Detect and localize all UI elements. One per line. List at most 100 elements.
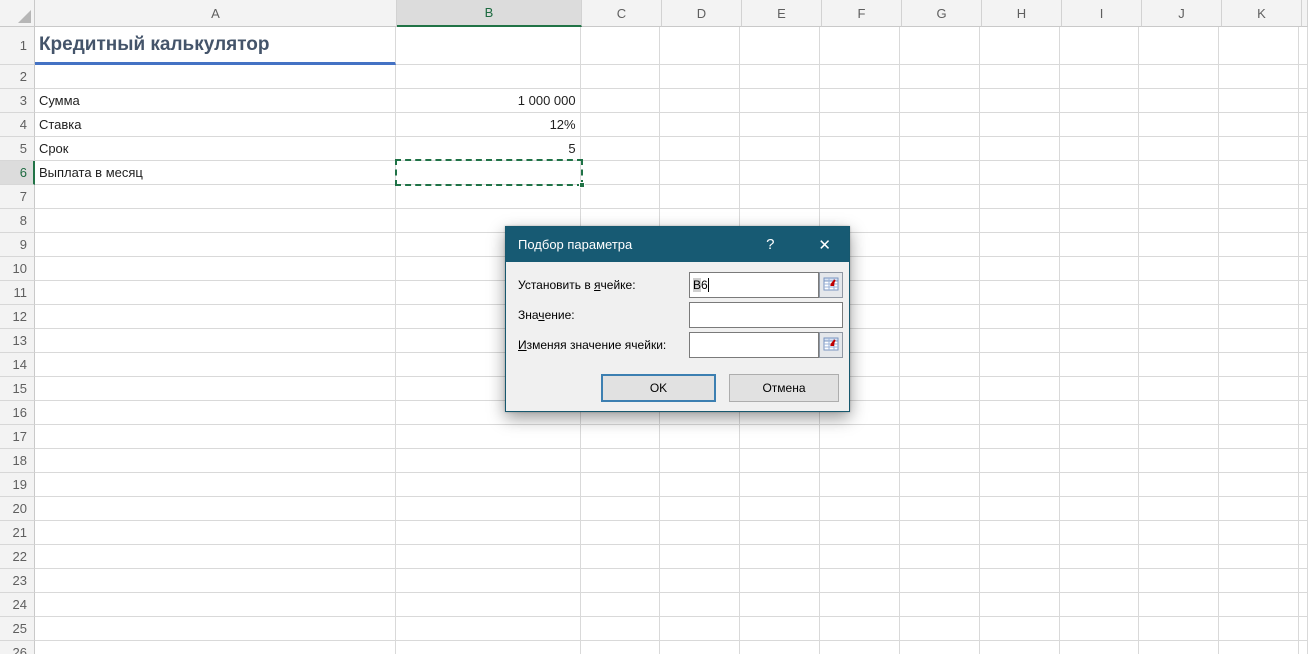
cell-A5[interactable]: Срок [35, 137, 396, 161]
cell-G22[interactable] [900, 545, 980, 569]
cell-C20[interactable] [581, 497, 661, 521]
cell-J7[interactable] [1139, 185, 1219, 209]
cell-G26[interactable] [900, 641, 980, 654]
cell-J13[interactable] [1139, 329, 1219, 353]
cell-G7[interactable] [900, 185, 980, 209]
cell-I8[interactable] [1060, 209, 1140, 233]
cell-E23[interactable] [740, 569, 820, 593]
cell-K5[interactable] [1219, 137, 1299, 161]
cell-H16[interactable] [980, 401, 1060, 425]
cell-F7[interactable] [820, 185, 900, 209]
row-header-11[interactable]: 11 [0, 281, 35, 305]
cell-partial-21[interactable] [1299, 521, 1308, 545]
cell-I3[interactable] [1060, 89, 1140, 113]
cell-B3[interactable]: 1 000 000 [396, 89, 581, 113]
cell-I22[interactable] [1060, 545, 1140, 569]
cell-G8[interactable] [900, 209, 980, 233]
cell-K19[interactable] [1219, 473, 1299, 497]
cell-C23[interactable] [581, 569, 661, 593]
cell-A24[interactable] [35, 593, 396, 617]
cell-J10[interactable] [1139, 257, 1219, 281]
row-header-5[interactable]: 5 [0, 137, 35, 161]
cell-C2[interactable] [581, 65, 661, 89]
cell-B7[interactable] [396, 185, 581, 209]
cell-E7[interactable] [740, 185, 820, 209]
cell-F4[interactable] [820, 113, 900, 137]
cell-B23[interactable] [396, 569, 581, 593]
cell-C4[interactable] [581, 113, 661, 137]
cell-D5[interactable] [660, 137, 740, 161]
column-header-A[interactable]: A [35, 0, 397, 27]
fill-handle[interactable] [579, 182, 585, 188]
cell-J18[interactable] [1139, 449, 1219, 473]
cell-A26[interactable] [35, 641, 396, 654]
cell-K9[interactable] [1219, 233, 1299, 257]
cell-K4[interactable] [1219, 113, 1299, 137]
column-header-C[interactable]: C [582, 0, 662, 27]
cell-G23[interactable] [900, 569, 980, 593]
cell-C5[interactable] [581, 137, 661, 161]
cell-partial-24[interactable] [1299, 593, 1308, 617]
row-header-25[interactable]: 25 [0, 617, 35, 641]
cell-E21[interactable] [740, 521, 820, 545]
row-header-15[interactable]: 15 [0, 377, 35, 401]
cell-B19[interactable] [396, 473, 581, 497]
cell-I18[interactable] [1060, 449, 1140, 473]
row-header-3[interactable]: 3 [0, 89, 35, 113]
cell-H8[interactable] [980, 209, 1060, 233]
cell-H14[interactable] [980, 353, 1060, 377]
dialog-titlebar[interactable]: Подбор параметра ? ✕ [506, 227, 849, 262]
cell-A20[interactable] [35, 497, 396, 521]
cell-K11[interactable] [1219, 281, 1299, 305]
cell-F2[interactable] [820, 65, 900, 89]
cell-I1[interactable] [1060, 27, 1140, 65]
ok-button[interactable]: OK [601, 374, 716, 402]
cell-J17[interactable] [1139, 425, 1219, 449]
cell-D3[interactable] [660, 89, 740, 113]
cell-J24[interactable] [1139, 593, 1219, 617]
cell-B4[interactable]: 12% [396, 113, 581, 137]
cell-A12[interactable] [35, 305, 396, 329]
cell-partial-4[interactable] [1299, 113, 1308, 137]
cell-I15[interactable] [1060, 377, 1140, 401]
cell-B22[interactable] [396, 545, 581, 569]
row-header-21[interactable]: 21 [0, 521, 35, 545]
cell-J23[interactable] [1139, 569, 1219, 593]
row-header-18[interactable]: 18 [0, 449, 35, 473]
cell-I4[interactable] [1060, 113, 1140, 137]
cell-partial-10[interactable] [1299, 257, 1308, 281]
cell-H23[interactable] [980, 569, 1060, 593]
cell-H20[interactable] [980, 497, 1060, 521]
cell-B26[interactable] [396, 641, 581, 654]
cell-D21[interactable] [660, 521, 740, 545]
select-all-corner[interactable] [0, 0, 35, 27]
cell-C22[interactable] [581, 545, 661, 569]
cell-F20[interactable] [820, 497, 900, 521]
cell-D7[interactable] [660, 185, 740, 209]
cell-G19[interactable] [900, 473, 980, 497]
cell-H5[interactable] [980, 137, 1060, 161]
cell-J3[interactable] [1139, 89, 1219, 113]
cell-G12[interactable] [900, 305, 980, 329]
cell-A14[interactable] [35, 353, 396, 377]
cell-J25[interactable] [1139, 617, 1219, 641]
cell-K22[interactable] [1219, 545, 1299, 569]
cell-A25[interactable] [35, 617, 396, 641]
cell-partial-6[interactable] [1299, 161, 1308, 185]
cell-K12[interactable] [1219, 305, 1299, 329]
cell-E17[interactable] [740, 425, 820, 449]
column-header-H[interactable]: H [982, 0, 1062, 27]
cell-A9[interactable] [35, 233, 396, 257]
cell-B5[interactable]: 5 [396, 137, 581, 161]
cell-C25[interactable] [581, 617, 661, 641]
row-header-16[interactable]: 16 [0, 401, 35, 425]
cell-K24[interactable] [1219, 593, 1299, 617]
cell-J11[interactable] [1139, 281, 1219, 305]
column-header-I[interactable]: I [1062, 0, 1142, 27]
cell-partial-25[interactable] [1299, 617, 1308, 641]
column-header-G[interactable]: G [902, 0, 982, 27]
cell-J9[interactable] [1139, 233, 1219, 257]
cell-E5[interactable] [740, 137, 820, 161]
row-header-8[interactable]: 8 [0, 209, 35, 233]
help-icon[interactable]: ? [766, 236, 774, 253]
